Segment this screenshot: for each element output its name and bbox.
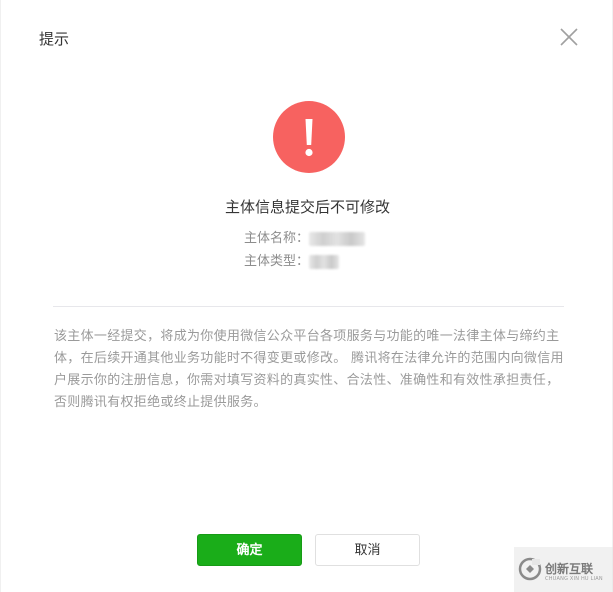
watermark: 创新互联 CHUANG XIN HU LIAN <box>514 547 613 592</box>
watermark-subtext: CHUANG XIN HU LIAN <box>545 576 603 582</box>
watermark-logo-icon <box>518 557 542 581</box>
entity-name-value-redacted <box>309 232 366 246</box>
close-icon[interactable] <box>556 24 582 50</box>
confirm-button[interactable]: 确定 <box>197 534 302 566</box>
dialog-title: 提示 <box>39 30 70 48</box>
exclamation-circle-icon <box>273 101 345 173</box>
entity-type-value-redacted <box>309 255 340 269</box>
entity-name-label: 主体名称： <box>244 231 310 246</box>
dialog: 提示 主体信息提交后不可修改 主体名称： 主体类型： 该主体一经提交，将成为你使… <box>0 0 613 592</box>
divider <box>53 306 564 307</box>
entity-type-row: 主体类型： <box>244 253 340 271</box>
cancel-button[interactable]: 取消 <box>315 534 420 566</box>
main-title: 主体信息提交后不可修改 <box>224 198 390 216</box>
entity-name-row: 主体名称： <box>244 230 366 248</box>
notice-text: 该主体一经提交，将成为你使用微信公众平台各项服务与功能的唯一法律主体与缔约主体，… <box>54 329 564 410</box>
watermark-text: 创新互联 <box>545 562 594 576</box>
entity-type-label: 主体类型： <box>244 254 310 269</box>
